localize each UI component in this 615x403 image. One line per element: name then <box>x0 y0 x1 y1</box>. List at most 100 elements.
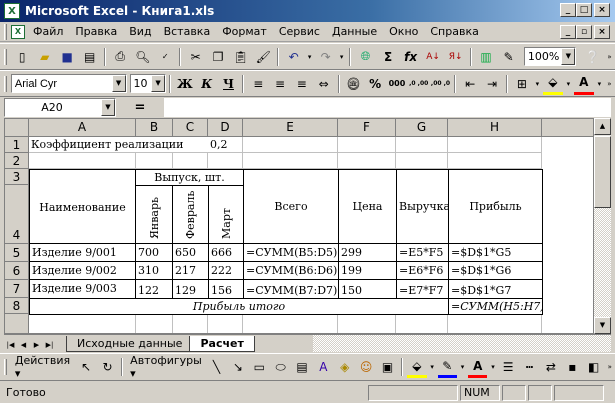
tab-calculation[interactable]: Расчет <box>189 336 255 352</box>
cell-b9[interactable] <box>136 315 173 333</box>
vertical-scrollbar[interactable]: ▲ ▼ <box>594 118 611 334</box>
line-color-icon[interactable]: ✎ <box>437 356 457 378</box>
arrow-style-icon[interactable]: ⇄ <box>541 356 560 378</box>
column-header-i[interactable] <box>542 119 593 137</box>
increase-indent-icon[interactable]: ⇥ <box>482 73 502 95</box>
cell-c9[interactable] <box>173 315 208 333</box>
cell-f2[interactable] <box>338 153 396 169</box>
toolbar-grip[interactable] <box>4 75 7 92</box>
cell-g3-header[interactable]: Выручка <box>396 169 449 244</box>
doc-restore-button[interactable]: ▫ <box>576 25 592 39</box>
cell-d9[interactable] <box>208 315 243 333</box>
cell-e5[interactable]: =СУММ(B5:D5) <box>243 243 339 262</box>
font-color-icon[interactable]: A <box>573 73 594 95</box>
cut-icon[interactable]: ✂ <box>185 46 206 68</box>
line-style-icon[interactable]: ☰ <box>498 356 517 378</box>
prev-sheet-icon[interactable]: ◀ <box>17 338 30 352</box>
autoshapes-menu[interactable]: Автофигуры ▾ <box>126 354 206 380</box>
cell-d5[interactable]: 666 <box>208 243 244 262</box>
name-box[interactable]: A20 ▼ <box>4 97 116 117</box>
row-header-6[interactable]: 6 <box>5 262 29 280</box>
insert-function-icon[interactable]: fx <box>400 46 421 68</box>
row-header-8[interactable]: 8 <box>5 298 29 314</box>
scroll-thumb[interactable] <box>594 136 611 208</box>
minimize-button[interactable]: _ <box>560 3 576 17</box>
oval-icon[interactable]: ⬭ <box>271 356 290 378</box>
menu-insert[interactable]: Вставка <box>158 23 217 41</box>
cell-a6[interactable]: Изделие 9/002 <box>29 261 136 280</box>
menu-data[interactable]: Данные <box>326 23 383 41</box>
cell-a8-total-label[interactable]: Прибыль итого <box>29 298 449 315</box>
tab-source-data[interactable]: Исходные данные <box>66 336 194 352</box>
actions-menu[interactable]: Действия ▾ <box>11 354 76 380</box>
cell-h6[interactable]: =$D$1*G6 <box>448 261 543 280</box>
autosum-icon[interactable]: Σ <box>378 46 399 68</box>
cell-a1[interactable]: Коэффициент реализации <box>29 137 208 153</box>
increase-decimal-button[interactable]: ,0 ,00 <box>409 73 429 95</box>
select-all-corner[interactable] <box>5 119 29 137</box>
toolbar-options-icon[interactable]: » <box>605 46 614 68</box>
close-button[interactable]: × <box>594 3 610 17</box>
font-color-dropdown-icon[interactable]: ▾ <box>596 73 603 95</box>
menu-grip[interactable] <box>4 23 7 40</box>
diagram-icon[interactable]: ◈ <box>335 356 354 378</box>
doc-minimize-button[interactable]: _ <box>560 25 576 39</box>
row-header-7[interactable]: 7 <box>5 280 29 298</box>
cell-c2[interactable] <box>173 153 208 169</box>
dash-style-icon[interactable]: ┅ <box>520 356 539 378</box>
column-header-e[interactable]: E <box>243 119 338 137</box>
row-header-9[interactable] <box>5 314 29 333</box>
chart-wizard-icon[interactable]: ▥ <box>476 46 497 68</box>
scroll-track[interactable] <box>594 208 611 318</box>
cell-e1[interactable] <box>243 137 338 153</box>
row-header-2[interactable]: 2 <box>5 153 29 169</box>
cell-f9[interactable] <box>338 315 396 333</box>
cell-g5[interactable]: =E5*F5 <box>396 243 449 262</box>
cell-h5[interactable]: =$D$1*G5 <box>448 243 543 262</box>
menu-tools[interactable]: Сервис <box>273 23 326 41</box>
excel-app-icon[interactable]: X <box>4 3 20 19</box>
cell-b6[interactable]: 310 <box>135 261 173 280</box>
row-header-4[interactable]: 4 <box>5 185 29 244</box>
cell-a3-header[interactable]: Наименование <box>29 169 136 244</box>
formula-input[interactable] <box>164 97 611 117</box>
cell-h3-header[interactable]: Прибыль <box>448 169 543 244</box>
row-header-3[interactable]: 3 <box>5 169 29 185</box>
first-sheet-icon[interactable]: |◀ <box>4 338 17 352</box>
cell-d2[interactable] <box>208 153 243 169</box>
column-header-d[interactable]: D <box>208 119 243 137</box>
column-header-h[interactable]: H <box>448 119 542 137</box>
format-painter-icon[interactable]: 🖌︎ <box>253 46 274 68</box>
scroll-up-arrow-icon[interactable]: ▲ <box>594 118 611 135</box>
fill-color-icon[interactable]: ⬙ <box>542 73 563 95</box>
next-sheet-icon[interactable]: ▶ <box>30 338 43 352</box>
cell-f6[interactable]: 199 <box>338 261 397 280</box>
cell-c5[interactable]: 650 <box>172 243 209 262</box>
cell-g6[interactable]: =E6*F6 <box>396 261 449 280</box>
drawing-icon[interactable]: ✎ <box>498 46 519 68</box>
cell-g9[interactable] <box>396 315 448 333</box>
align-center-icon[interactable]: ≡ <box>270 73 290 95</box>
menu-help[interactable]: Справка <box>424 23 484 41</box>
cell-b3-header[interactable]: Выпуск, шт. <box>135 169 244 186</box>
redo-dropdown-icon[interactable]: ▾ <box>338 46 345 68</box>
picture-icon[interactable]: ▣ <box>378 356 397 378</box>
menu-file[interactable]: Файл <box>27 23 69 41</box>
cell-c4[interactable]: Февраль <box>172 185 209 244</box>
cell-g1[interactable] <box>396 137 448 153</box>
hyperlink-icon[interactable]: 🌐︎ <box>355 46 376 68</box>
line-icon[interactable]: ╲ <box>207 356 226 378</box>
borders-dropdown-icon[interactable]: ▾ <box>534 73 541 95</box>
italic-button[interactable]: К <box>197 73 217 95</box>
undo-dropdown-icon[interactable]: ▾ <box>306 46 313 68</box>
borders-icon[interactable]: ⊞ <box>512 73 532 95</box>
rectangle-icon[interactable]: ▭ <box>250 356 269 378</box>
cell-e3-header[interactable]: Всего <box>243 169 339 244</box>
column-header-b[interactable]: B <box>136 119 173 137</box>
cell-c6[interactable]: 217 <box>172 261 209 280</box>
maximize-button[interactable]: □ <box>576 3 592 17</box>
font-color-dropdown-icon[interactable]: ▾ <box>489 356 496 378</box>
cell-f3-header[interactable]: Цена <box>338 169 397 244</box>
decrease-indent-icon[interactable]: ⇤ <box>460 73 480 95</box>
cell-b5[interactable]: 700 <box>135 243 173 262</box>
